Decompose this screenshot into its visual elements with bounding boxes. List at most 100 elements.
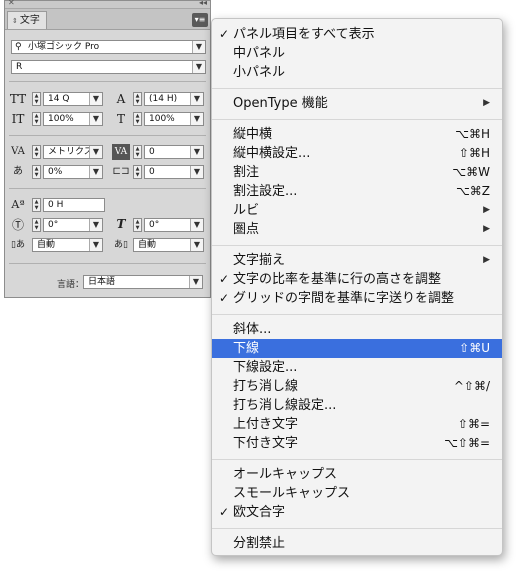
leading-field[interactable]: (14 H) ▼ bbox=[144, 92, 204, 106]
vertical-scale-stepper[interactable]: ▲ ▼ bbox=[32, 112, 41, 126]
menu-item[interactable]: 打ち消し線設定... bbox=[212, 396, 502, 415]
baseline-shift-field[interactable]: 0 H bbox=[43, 198, 105, 212]
menu-item[interactable]: 小パネル bbox=[212, 63, 502, 82]
chevron-down-icon: ▼ bbox=[89, 93, 102, 105]
chevron-down-icon: ▼ bbox=[190, 239, 203, 251]
menu-item[interactable]: ルビ ▶ bbox=[212, 201, 502, 220]
font-size-field[interactable]: 14 Q ▼ bbox=[43, 92, 103, 106]
checkmark-icon: ✓ bbox=[219, 27, 230, 41]
skew-stepper[interactable]: ▲ ▼ bbox=[133, 218, 142, 232]
checkmark-icon: ✓ bbox=[219, 505, 230, 519]
menu-item[interactable]: ✓ グリッドの字間を基準に字送りを調整 bbox=[212, 289, 502, 308]
menu-item-label: 文字の比率を基準に行の高さを調整 bbox=[233, 272, 442, 287]
menu-item[interactable]: 割注設定... ⌥⌘Z bbox=[212, 182, 502, 201]
kerning-stepper[interactable]: ▲ ▼ bbox=[32, 145, 41, 159]
font-family-value: 小塚ゴシック Pro bbox=[28, 42, 100, 52]
submenu-arrow-icon: ▶ bbox=[483, 98, 490, 108]
menu-item[interactable]: OpenType 機能 ▶ bbox=[212, 94, 502, 113]
rotation-value: 0° bbox=[48, 220, 59, 230]
font-family-field[interactable]: ⚲ 小塚ゴシック Pro ▼ bbox=[11, 40, 206, 54]
menu-item[interactable]: ✓ 欧文合字 bbox=[212, 503, 502, 522]
menu-separator bbox=[212, 528, 502, 529]
rotation-stepper[interactable]: ▲ ▼ bbox=[32, 218, 41, 232]
kerning-value: メトリクス bbox=[48, 147, 93, 157]
menu-item-label: 上付き文字 bbox=[233, 417, 299, 432]
menu-item-label: 斜体... bbox=[233, 322, 272, 337]
menu-item[interactable]: 縦中横 ⌥⌘H bbox=[212, 125, 502, 144]
menu-separator bbox=[212, 314, 502, 315]
submenu-arrow-icon: ▶ bbox=[483, 255, 490, 265]
vertical-scale-icon: IT bbox=[11, 112, 25, 126]
menu-item[interactable]: 下線設定... bbox=[212, 358, 502, 377]
tracking-icon: VA bbox=[112, 144, 130, 160]
horizontal-scale-stepper[interactable]: ▲ ▼ bbox=[133, 112, 142, 126]
horizontal-scale-field[interactable]: 100% ▼ bbox=[144, 112, 204, 126]
divider bbox=[9, 81, 206, 82]
tab-label: 文字 bbox=[19, 15, 40, 26]
menu-item-shortcut: ⌥⌘H bbox=[455, 127, 490, 141]
mojiaki-after-icon: あ▯ bbox=[114, 240, 128, 250]
font-size-stepper[interactable]: ▲ ▼ bbox=[32, 92, 41, 106]
leading-stepper[interactable]: ▲ ▼ bbox=[133, 92, 142, 106]
menu-item[interactable]: スモールキャップス bbox=[212, 484, 502, 503]
skew-value: 0° bbox=[149, 220, 160, 230]
tracking-field[interactable]: 0 ▼ bbox=[144, 145, 204, 159]
menu-item-shortcut: ⌥⌘Z bbox=[455, 184, 490, 198]
menu-item-label: パネル項目をすべて表示 bbox=[233, 27, 375, 42]
menu-item[interactable]: 打ち消し線 ^⇧⌘/ bbox=[212, 377, 502, 396]
language-value: 日本語 bbox=[88, 277, 116, 287]
aki-field[interactable]: 0 ▼ bbox=[144, 165, 204, 179]
checkmark-icon: ✓ bbox=[219, 291, 230, 305]
menu-item-label: スモールキャップス bbox=[233, 486, 351, 501]
mojiaki-before-field[interactable]: 自動 ▼ bbox=[32, 238, 103, 252]
menu-item[interactable]: 文字揃え ▶ bbox=[212, 251, 502, 270]
chevron-down-icon: ▼ bbox=[190, 93, 203, 105]
tsume-stepper[interactable]: ▲ ▼ bbox=[32, 165, 41, 179]
mojiaki-after-field[interactable]: 自動 ▼ bbox=[133, 238, 204, 252]
panel-menu-button[interactable]: ▾≡ bbox=[192, 13, 208, 27]
menu-item[interactable]: ✓ 文字の比率を基準に行の高さを調整 bbox=[212, 270, 502, 289]
menu-item[interactable]: オールキャップス bbox=[212, 465, 502, 484]
language-field[interactable]: 日本語 ▼ bbox=[83, 275, 203, 289]
panel-title-strip[interactable]: ✕ ◂◂ bbox=[5, 0, 210, 9]
menu-separator bbox=[212, 88, 502, 89]
menu-item-label: 縦中横設定... bbox=[233, 146, 311, 161]
menu-item-label: 下線 bbox=[233, 341, 260, 356]
divider bbox=[9, 263, 206, 264]
baseline-shift-stepper[interactable]: ▲ ▼ bbox=[32, 198, 41, 212]
kerning-field[interactable]: メトリクス ▼ bbox=[43, 145, 103, 159]
chevron-down-icon: ▼ bbox=[192, 41, 205, 53]
vertical-scale-field[interactable]: 100% ▼ bbox=[43, 112, 103, 126]
aki-stepper[interactable]: ▲ ▼ bbox=[133, 165, 142, 179]
menu-item[interactable]: 下線 ⇧⌘U bbox=[212, 339, 502, 358]
rotation-icon: Ⓣ bbox=[11, 218, 24, 232]
chevron-down-icon: ▼ bbox=[190, 146, 203, 158]
font-style-field[interactable]: R ▼ bbox=[11, 60, 206, 74]
menu-item-label: 小パネル bbox=[233, 65, 286, 80]
tracking-stepper[interactable]: ▲ ▼ bbox=[133, 145, 142, 159]
menu-separator bbox=[212, 459, 502, 460]
panel-context-menu: ✓ パネル項目をすべて表示 中パネル 小パネル OpenType 機能 ▶ 縦中横 ⌥⌘H 縦中… bbox=[211, 18, 503, 556]
vertical-scale-value: 100% bbox=[48, 114, 74, 124]
menu-item-label: 縦中横 bbox=[233, 127, 273, 142]
collapse-icon[interactable]: ◂◂ bbox=[199, 0, 207, 7]
close-icon[interactable]: ✕ bbox=[8, 0, 15, 7]
tsume-icon: あ bbox=[13, 166, 23, 177]
menu-item[interactable]: 中パネル bbox=[212, 44, 502, 63]
divider bbox=[9, 188, 206, 189]
rotation-field[interactable]: 0° ▼ bbox=[43, 218, 103, 232]
chevron-down-icon: ▼ bbox=[190, 113, 203, 125]
menu-item[interactable]: ✓ パネル項目をすべて表示 bbox=[212, 25, 502, 44]
menu-separator bbox=[212, 119, 502, 120]
menu-item[interactable]: 分割禁止 bbox=[212, 534, 502, 553]
menu-item[interactable]: 割注 ⌥⌘W bbox=[212, 163, 502, 182]
menu-item[interactable]: 上付き文字 ⇧⌘= bbox=[212, 415, 502, 434]
tsume-field[interactable]: 0% ▼ bbox=[43, 165, 103, 179]
menu-item[interactable]: 下付き文字 ⌥⇧⌘= bbox=[212, 434, 502, 453]
skew-field[interactable]: 0° ▼ bbox=[144, 218, 204, 232]
menu-item[interactable]: 縦中横設定... ⇧⌘H bbox=[212, 144, 502, 163]
menu-item-shortcut: ⌥⇧⌘= bbox=[444, 436, 490, 450]
tab-character[interactable]: ⇕ 文字 bbox=[7, 11, 47, 29]
menu-item[interactable]: 斜体... bbox=[212, 320, 502, 339]
menu-item[interactable]: 圏点 ▶ bbox=[212, 220, 502, 239]
